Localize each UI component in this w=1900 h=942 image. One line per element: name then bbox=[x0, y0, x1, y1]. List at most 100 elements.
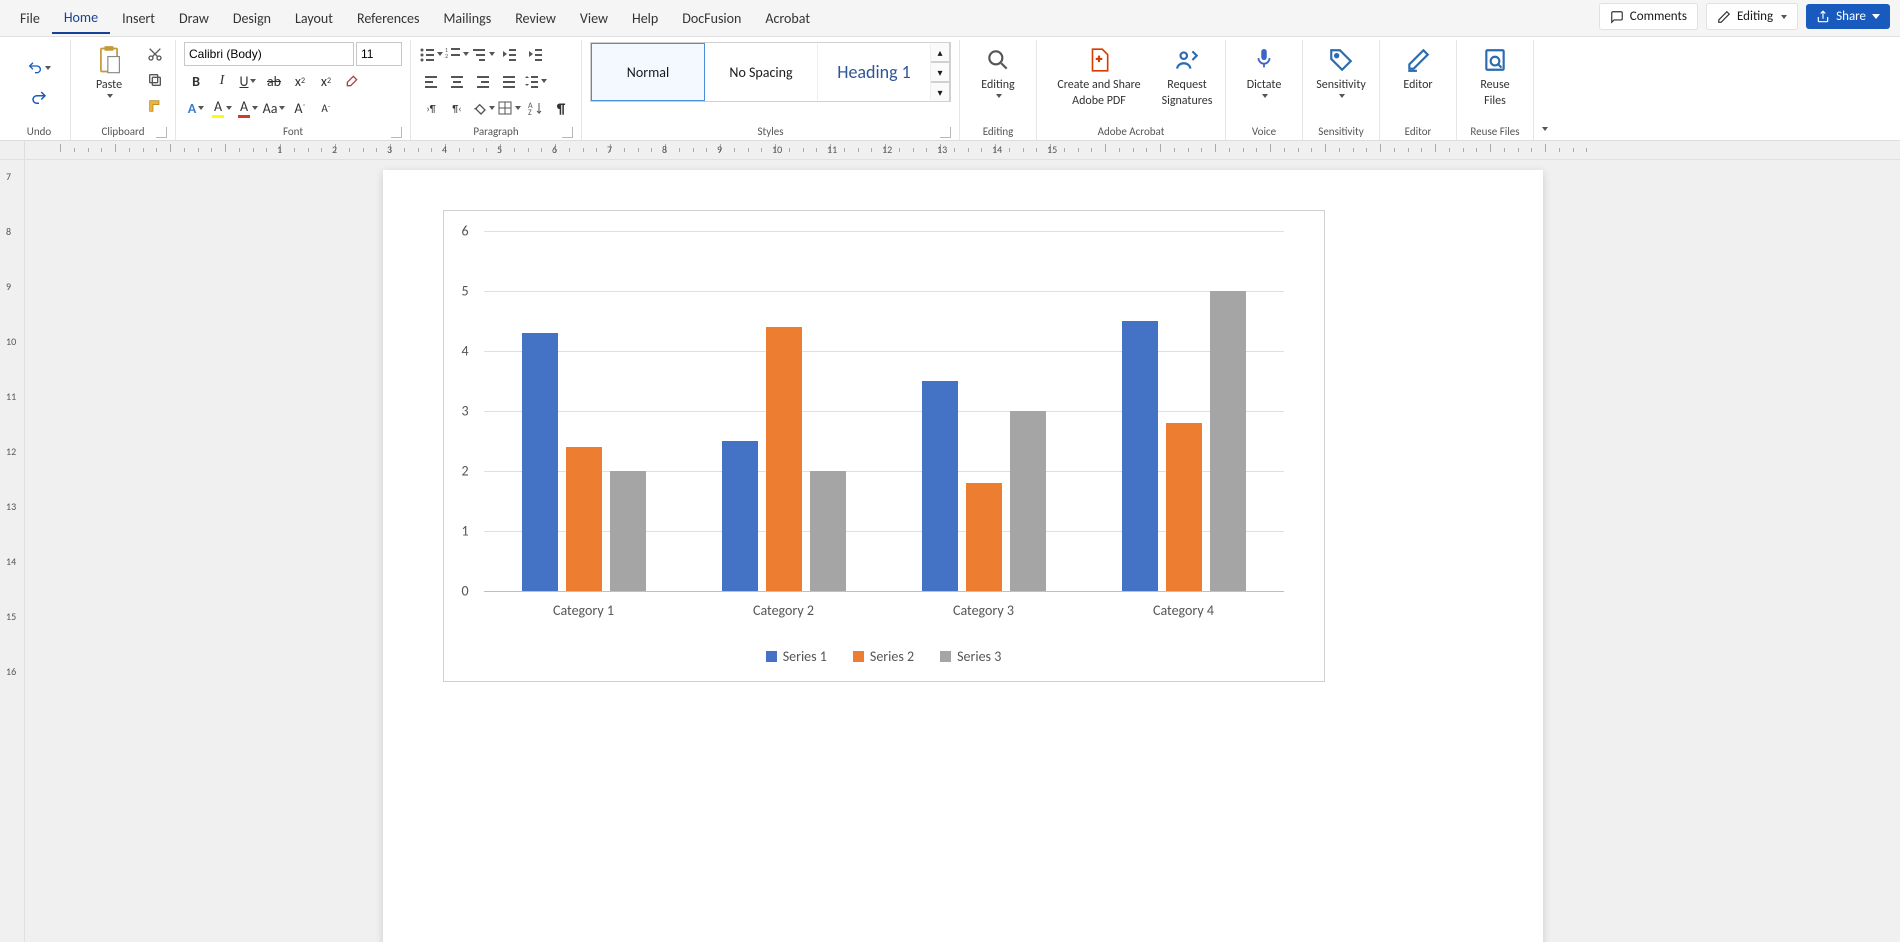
paste-button[interactable]: Paste bbox=[79, 42, 139, 100]
justify-button[interactable] bbox=[497, 69, 521, 93]
styles-gallery: Normal No Spacing Heading 1 ▴ ▾ ▾ bbox=[590, 42, 951, 102]
line-spacing-icon bbox=[523, 73, 539, 89]
share-button[interactable]: Share bbox=[1806, 4, 1890, 29]
font-size-select[interactable] bbox=[356, 42, 402, 66]
tab-references[interactable]: References bbox=[345, 4, 431, 33]
tab-view[interactable]: View bbox=[568, 4, 620, 33]
gallery-down-button[interactable]: ▾ bbox=[931, 62, 950, 82]
tab-file[interactable]: File bbox=[8, 4, 52, 33]
bullets-icon bbox=[419, 46, 435, 62]
superscript-button[interactable]: x2 bbox=[314, 69, 338, 93]
tab-acrobat[interactable]: Acrobat bbox=[753, 4, 822, 33]
show-marks-button[interactable]: ¶ bbox=[549, 96, 573, 120]
style-no-spacing[interactable]: No Spacing bbox=[705, 44, 818, 100]
editor-button[interactable]: Editor bbox=[1388, 42, 1448, 94]
strikethrough-button[interactable]: ab bbox=[262, 69, 286, 93]
align-right-button[interactable] bbox=[471, 69, 495, 93]
undo-button[interactable] bbox=[27, 56, 51, 80]
numbering-button[interactable]: 12 bbox=[445, 42, 469, 66]
subscript-button[interactable]: x2 bbox=[288, 69, 312, 93]
highlight-button[interactable]: A bbox=[210, 96, 234, 120]
align-left-button[interactable] bbox=[419, 69, 443, 93]
tab-help[interactable]: Help bbox=[620, 4, 670, 33]
gallery-up-button[interactable]: ▴ bbox=[931, 42, 950, 62]
align-center-button[interactable] bbox=[445, 69, 469, 93]
tab-review[interactable]: Review bbox=[503, 4, 568, 33]
tab-mailings[interactable]: Mailings bbox=[431, 4, 503, 33]
change-case-button[interactable]: Aa bbox=[262, 96, 286, 120]
chart-xtick: Category 2 bbox=[753, 602, 814, 619]
underline-button[interactable]: U bbox=[236, 69, 260, 93]
horizontal-ruler[interactable]: 123456789101112131415 bbox=[0, 141, 1900, 160]
clear-format-button[interactable] bbox=[340, 69, 364, 93]
cut-button[interactable] bbox=[143, 42, 167, 66]
tab-layout[interactable]: Layout bbox=[283, 4, 345, 33]
reuse-label2: Files bbox=[1484, 94, 1506, 108]
multilevel-button[interactable] bbox=[471, 42, 495, 66]
font-color-button[interactable]: A bbox=[236, 96, 260, 120]
cut-icon bbox=[147, 46, 163, 62]
italic-button[interactable]: I bbox=[210, 69, 234, 93]
paste-label: Paste bbox=[96, 78, 122, 92]
highlighter-icon: A bbox=[212, 98, 224, 118]
comments-button[interactable]: Comments bbox=[1599, 3, 1698, 30]
dialog-launcher-icon[interactable] bbox=[940, 127, 951, 138]
vertical-ruler[interactable]: 78910111213141516 bbox=[0, 160, 25, 942]
rtl-button[interactable]: ¶‹ bbox=[445, 96, 469, 120]
format-painter-button[interactable] bbox=[143, 94, 167, 118]
chart-bar bbox=[566, 447, 602, 591]
style-heading1[interactable]: Heading 1 bbox=[818, 44, 931, 100]
grow-font-button[interactable]: Aˆ bbox=[288, 96, 312, 120]
document-area[interactable]: 0123456Category 1Category 2Category 3Cat… bbox=[25, 160, 1900, 942]
eraser-icon bbox=[344, 73, 360, 89]
tab-draw[interactable]: Draw bbox=[167, 4, 221, 33]
tab-docfusion[interactable]: DocFusion bbox=[670, 4, 753, 33]
chevron-down-icon bbox=[463, 52, 469, 56]
group-label-clipboard: Clipboard bbox=[79, 123, 167, 140]
text-effects-button[interactable]: A bbox=[184, 96, 208, 120]
decrease-indent-button[interactable] bbox=[497, 42, 521, 66]
increase-indent-button[interactable] bbox=[523, 42, 547, 66]
ribbon-collapse-button[interactable] bbox=[1534, 117, 1554, 140]
bullets-button[interactable] bbox=[419, 42, 443, 66]
style-normal[interactable]: Normal bbox=[591, 43, 705, 101]
tab-design[interactable]: Design bbox=[221, 4, 283, 33]
dialog-launcher-icon[interactable] bbox=[391, 127, 402, 138]
request-signatures-button[interactable]: Request Signatures bbox=[1157, 42, 1217, 110]
tab-insert[interactable]: Insert bbox=[110, 4, 167, 33]
chevron-down-icon bbox=[437, 52, 443, 56]
bold-button[interactable]: B bbox=[184, 69, 208, 93]
shading-button[interactable] bbox=[471, 96, 495, 120]
pdf-icon bbox=[1083, 44, 1115, 76]
chevron-down-icon bbox=[45, 66, 51, 70]
line-spacing-button[interactable] bbox=[523, 69, 547, 93]
create-pdf-button[interactable]: Create and Share Adobe PDF bbox=[1045, 42, 1153, 110]
editing-mode-button[interactable]: Editing bbox=[1706, 3, 1798, 30]
dialog-launcher-icon[interactable] bbox=[156, 127, 167, 138]
gallery-more-button[interactable]: ▾ bbox=[931, 82, 950, 102]
font-name-select[interactable] bbox=[184, 42, 354, 66]
chart-ytick: 0 bbox=[462, 583, 469, 600]
borders-button[interactable] bbox=[497, 96, 521, 120]
chart-object[interactable]: 0123456Category 1Category 2Category 3Cat… bbox=[443, 210, 1325, 682]
editing-find-button[interactable]: Editing bbox=[968, 42, 1028, 100]
chart-bar bbox=[1210, 291, 1246, 591]
redo-button[interactable] bbox=[27, 86, 51, 110]
ltr-button[interactable]: ›¶ bbox=[419, 96, 443, 120]
tab-home[interactable]: Home bbox=[52, 3, 110, 34]
chevron-down-icon bbox=[250, 79, 256, 83]
chart-xtick: Category 3 bbox=[953, 602, 1014, 619]
group-label-adobe: Adobe Acrobat bbox=[1045, 123, 1217, 140]
shrink-font-button[interactable]: Aˇ bbox=[314, 96, 338, 120]
align-left-icon bbox=[423, 73, 439, 89]
paint-bucket-icon bbox=[471, 100, 487, 116]
reuse-files-button[interactable]: Reuse Files bbox=[1465, 42, 1525, 110]
chevron-down-icon bbox=[515, 106, 521, 110]
legend-label: Series 2 bbox=[870, 648, 914, 665]
dictate-button[interactable]: Dictate bbox=[1234, 42, 1294, 100]
group-label-editing: Editing bbox=[968, 123, 1028, 140]
sort-button[interactable]: AZ bbox=[523, 96, 547, 120]
sensitivity-button[interactable]: Sensitivity bbox=[1311, 42, 1371, 100]
dialog-launcher-icon[interactable] bbox=[562, 127, 573, 138]
copy-button[interactable] bbox=[143, 68, 167, 92]
